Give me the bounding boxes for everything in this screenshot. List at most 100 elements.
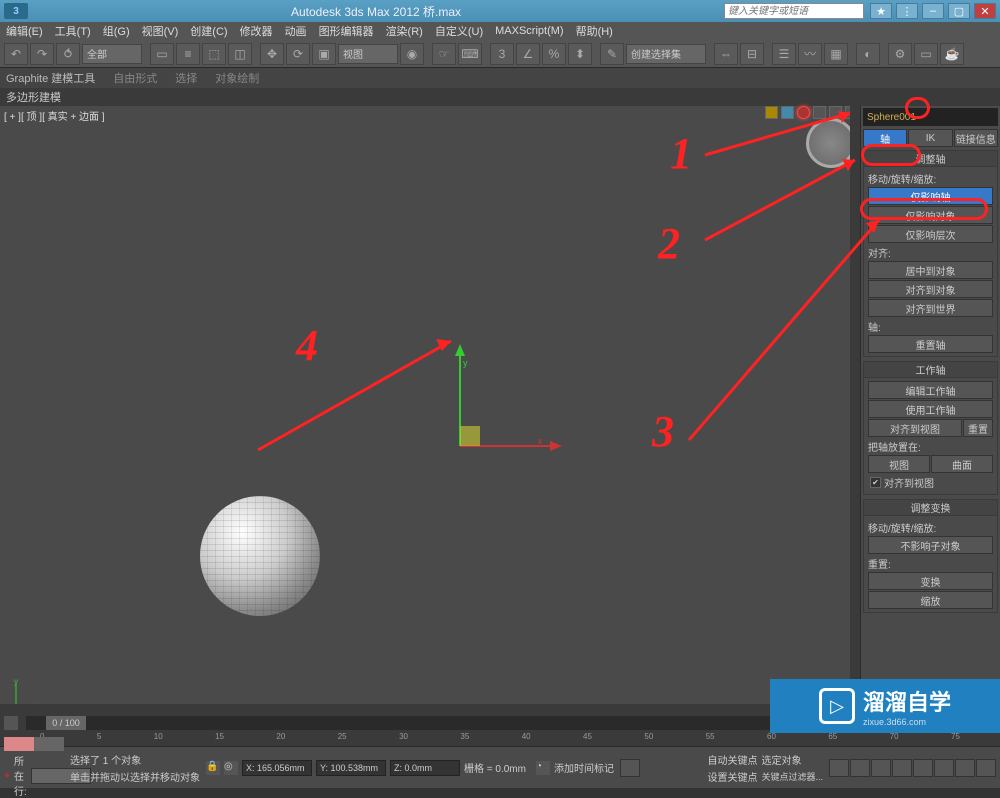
keymode-button[interactable]: ⌨ bbox=[458, 43, 482, 65]
refcoord-dropdown[interactable]: 视图 bbox=[338, 44, 398, 64]
reset-xform-button[interactable]: 变换 bbox=[868, 572, 993, 590]
rotate-button[interactable]: ⟳ bbox=[286, 43, 310, 65]
layer-button[interactable]: ☰ bbox=[772, 43, 796, 65]
ribbon-sub[interactable]: 多边形建模 bbox=[0, 88, 1000, 106]
editnamed-button[interactable]: ✎ bbox=[600, 43, 624, 65]
z-coord[interactable]: Z: 0.0mm bbox=[390, 760, 460, 776]
schematic-button[interactable]: ▦ bbox=[824, 43, 848, 65]
nav-end-icon[interactable] bbox=[913, 759, 933, 777]
rect-select-button[interactable]: ⬚ bbox=[202, 43, 226, 65]
nav-zoom-icon[interactable] bbox=[934, 759, 954, 777]
close-button[interactable]: ✕ bbox=[974, 3, 996, 19]
pivot-button[interactable]: ◉ bbox=[400, 43, 424, 65]
key-filter-button[interactable]: 关键点过滤器... bbox=[761, 770, 823, 783]
pct-snap-button[interactable]: % bbox=[542, 43, 566, 65]
menu-views[interactable]: 视图(V) bbox=[142, 23, 179, 39]
align-view-button[interactable]: 对齐到视图 bbox=[868, 419, 962, 437]
menu-create[interactable]: 创建(C) bbox=[190, 23, 227, 39]
ribbon-freeform[interactable]: 自由形式 bbox=[113, 70, 157, 86]
auto-key-button[interactable]: 自动关键点 bbox=[707, 752, 757, 767]
material-button[interactable]: ◐ bbox=[856, 43, 880, 65]
align-check[interactable]: ✔ bbox=[870, 477, 881, 488]
menu-graph[interactable]: 图形编辑器 bbox=[319, 23, 374, 39]
move-gizmo[interactable]: x y bbox=[450, 336, 570, 456]
nav-start-icon[interactable] bbox=[829, 759, 849, 777]
menu-edit[interactable]: 编辑(E) bbox=[6, 23, 43, 39]
ribbon-select[interactable]: 选择 bbox=[175, 70, 197, 86]
nav-play-icon[interactable] bbox=[871, 759, 891, 777]
infocenter-icon[interactable]: ★ bbox=[870, 3, 892, 19]
undo-button[interactable]: ↶ bbox=[4, 43, 28, 65]
adjust-pivot-header[interactable]: 调整轴 bbox=[864, 151, 997, 167]
spinner-snap-button[interactable]: ⬍ bbox=[568, 43, 592, 65]
place-view-button[interactable]: 视图 bbox=[868, 455, 930, 473]
rendered-frame-button[interactable]: ▭ bbox=[914, 43, 938, 65]
adjust-xform-header[interactable]: 调整变换 bbox=[864, 500, 997, 516]
working-pivot-header[interactable]: 工作轴 bbox=[864, 362, 997, 378]
timetag-icon[interactable]: ◔ bbox=[536, 761, 550, 775]
ribbon-paint[interactable]: 对象绘制 bbox=[215, 70, 259, 86]
reset-pivot-button[interactable]: 重置轴 bbox=[868, 335, 993, 353]
infocenter2-icon[interactable]: ⋮ bbox=[896, 3, 918, 19]
render-button[interactable]: ☕ bbox=[940, 43, 964, 65]
time-ruler[interactable]: 051015202530354045505560657075 bbox=[0, 732, 1000, 746]
maximize-button[interactable]: ▢ bbox=[948, 3, 970, 19]
menu-modifiers[interactable]: 修改器 bbox=[240, 23, 273, 39]
lock-icon[interactable]: 🔒 bbox=[206, 761, 220, 775]
menu-render[interactable]: 渲染(R) bbox=[386, 23, 423, 39]
playback-buttons[interactable] bbox=[620, 759, 640, 777]
hierarchy-tab-icon[interactable] bbox=[797, 106, 810, 119]
named-sel-dropdown[interactable]: 创建选择集 bbox=[626, 44, 706, 64]
vscroll[interactable] bbox=[850, 106, 860, 704]
nav-pan-icon[interactable] bbox=[955, 759, 975, 777]
menu-tools[interactable]: 工具(T) bbox=[55, 23, 91, 39]
dont-affect-button[interactable]: 不影响子对象 bbox=[868, 536, 993, 554]
menu-animation[interactable]: 动画 bbox=[285, 23, 307, 39]
viewcube[interactable] bbox=[806, 118, 856, 168]
nav-next-icon[interactable] bbox=[892, 759, 912, 777]
align-button[interactable]: ⊟ bbox=[740, 43, 764, 65]
nav-max-icon[interactable] bbox=[976, 759, 996, 777]
pivot-tab[interactable]: 轴 bbox=[863, 129, 907, 147]
edit-wp-button[interactable]: 编辑工作轴 bbox=[868, 381, 993, 399]
use-wp-button[interactable]: 使用工作轴 bbox=[868, 400, 993, 418]
mirror-button[interactable]: ⇔ bbox=[714, 43, 738, 65]
viewport[interactable]: [ + ][ 顶 ][ 真实 + 边面 ] x y x y bbox=[0, 106, 860, 714]
time-handle[interactable]: 0 / 100 bbox=[46, 716, 86, 730]
reset-wp-button[interactable]: 重置 bbox=[963, 419, 993, 437]
render-setup-button[interactable]: ⚙ bbox=[888, 43, 912, 65]
sel-key-button[interactable]: 选定对象 bbox=[761, 752, 801, 767]
hscroll[interactable] bbox=[0, 704, 860, 714]
center-to-object-button[interactable]: 居中到对象 bbox=[868, 261, 993, 279]
align-to-world-button[interactable]: 对齐到世界 bbox=[868, 299, 993, 317]
redo-button[interactable]: ↷ bbox=[30, 43, 54, 65]
menu-help[interactable]: 帮助(H) bbox=[576, 23, 613, 39]
nav-prev-icon[interactable] bbox=[850, 759, 870, 777]
select-button[interactable]: ▭ bbox=[150, 43, 174, 65]
ik-tab[interactable]: IK bbox=[908, 129, 952, 147]
menu-maxscript[interactable]: MAXScript(M) bbox=[495, 25, 563, 37]
timeline-lock-icon[interactable] bbox=[4, 716, 18, 730]
modify-tab-icon[interactable] bbox=[781, 106, 794, 119]
place-surface-button[interactable]: 曲面 bbox=[931, 455, 993, 473]
snap-button[interactable]: 3 bbox=[490, 43, 514, 65]
curve-button[interactable]: 〰 bbox=[798, 43, 822, 65]
affect-hierarchy-button[interactable]: 仅影响层次 bbox=[868, 225, 993, 243]
isolate-icon[interactable]: ◎ bbox=[224, 761, 238, 775]
filter-dropdown[interactable]: 全部 bbox=[82, 44, 142, 64]
link-tab[interactable]: 链接信息 bbox=[954, 129, 998, 147]
manip-button[interactable]: ☞ bbox=[432, 43, 456, 65]
object-name-field[interactable]: Sphere001 bbox=[863, 108, 998, 126]
align-to-object-button[interactable]: 对齐到对象 bbox=[868, 280, 993, 298]
motion-tab-icon[interactable] bbox=[813, 106, 826, 119]
link-button[interactable]: ⥀ bbox=[56, 43, 80, 65]
select-name-button[interactable]: ≡ bbox=[176, 43, 200, 65]
viewport-label[interactable]: [ + ][ 顶 ][ 真实 + 边面 ] bbox=[4, 108, 105, 123]
sphere-object[interactable] bbox=[200, 496, 320, 616]
affect-object-only-button[interactable]: 仅影响对象 bbox=[868, 206, 993, 224]
window-cross-button[interactable]: ◫ bbox=[228, 43, 252, 65]
angle-snap-button[interactable]: ∠ bbox=[516, 43, 540, 65]
reset-scale-button[interactable]: 缩放 bbox=[868, 591, 993, 609]
ribbon-graphite[interactable]: Graphite 建模工具 bbox=[6, 70, 95, 86]
menu-customize[interactable]: 自定义(U) bbox=[435, 23, 483, 39]
